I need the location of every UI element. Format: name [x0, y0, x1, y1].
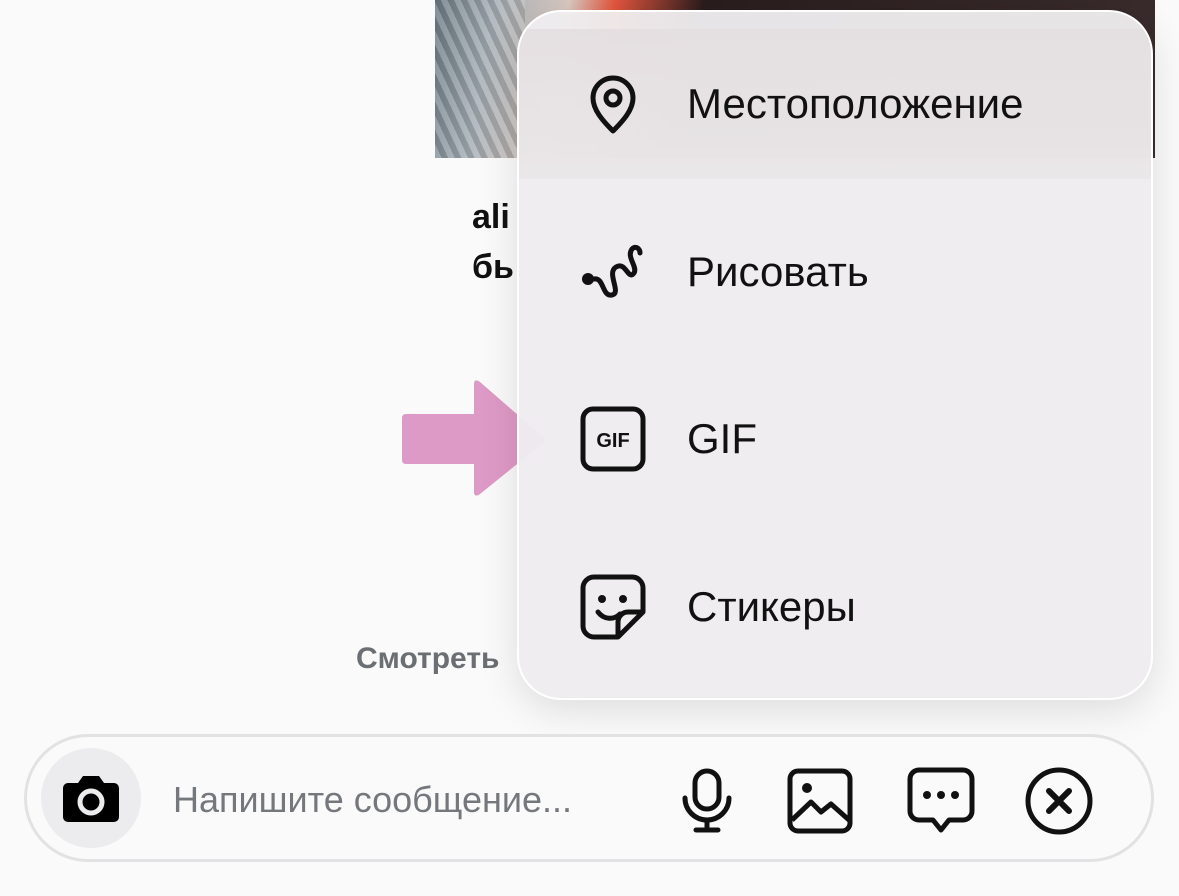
camera-button[interactable] — [41, 748, 141, 848]
menu-item-label: GIF — [687, 415, 757, 462]
menu-item-stickers[interactable]: Стикеры — [519, 532, 1151, 682]
microphone-icon — [682, 768, 732, 833]
location-pin-icon — [577, 68, 649, 140]
post-caption-text: бь — [472, 248, 514, 286]
quick-reply-icon — [907, 767, 975, 833]
attachment-menu: Местоположение Рисовать GIF GIF Стикеры — [517, 10, 1153, 700]
menu-item-draw[interactable]: Рисовать — [519, 197, 1151, 347]
gallery-icon — [787, 768, 853, 834]
message-input[interactable] — [171, 773, 655, 827]
message-composer — [24, 734, 1154, 862]
post-author-text: ali — [472, 198, 510, 236]
gif-icon-text: GIF — [596, 430, 629, 452]
sticker-icon — [577, 571, 649, 643]
draw-squiggle-icon — [577, 236, 649, 308]
menu-item-location[interactable]: Местоположение — [519, 29, 1151, 179]
camera-icon — [63, 776, 119, 822]
menu-item-label: Местоположение — [687, 80, 1024, 127]
close-button[interactable] — [1023, 765, 1095, 837]
quick-reply-button[interactable] — [905, 765, 977, 837]
gif-icon: GIF — [577, 403, 649, 475]
menu-item-label: Рисовать — [687, 248, 869, 295]
view-more-link[interactable]: Смотреть — [356, 642, 499, 676]
gallery-button[interactable] — [784, 765, 856, 837]
microphone-button[interactable] — [671, 765, 743, 837]
close-icon — [1025, 767, 1093, 835]
menu-item-label: Стикеры — [687, 583, 856, 630]
menu-item-gif[interactable]: GIF GIF — [519, 364, 1151, 514]
